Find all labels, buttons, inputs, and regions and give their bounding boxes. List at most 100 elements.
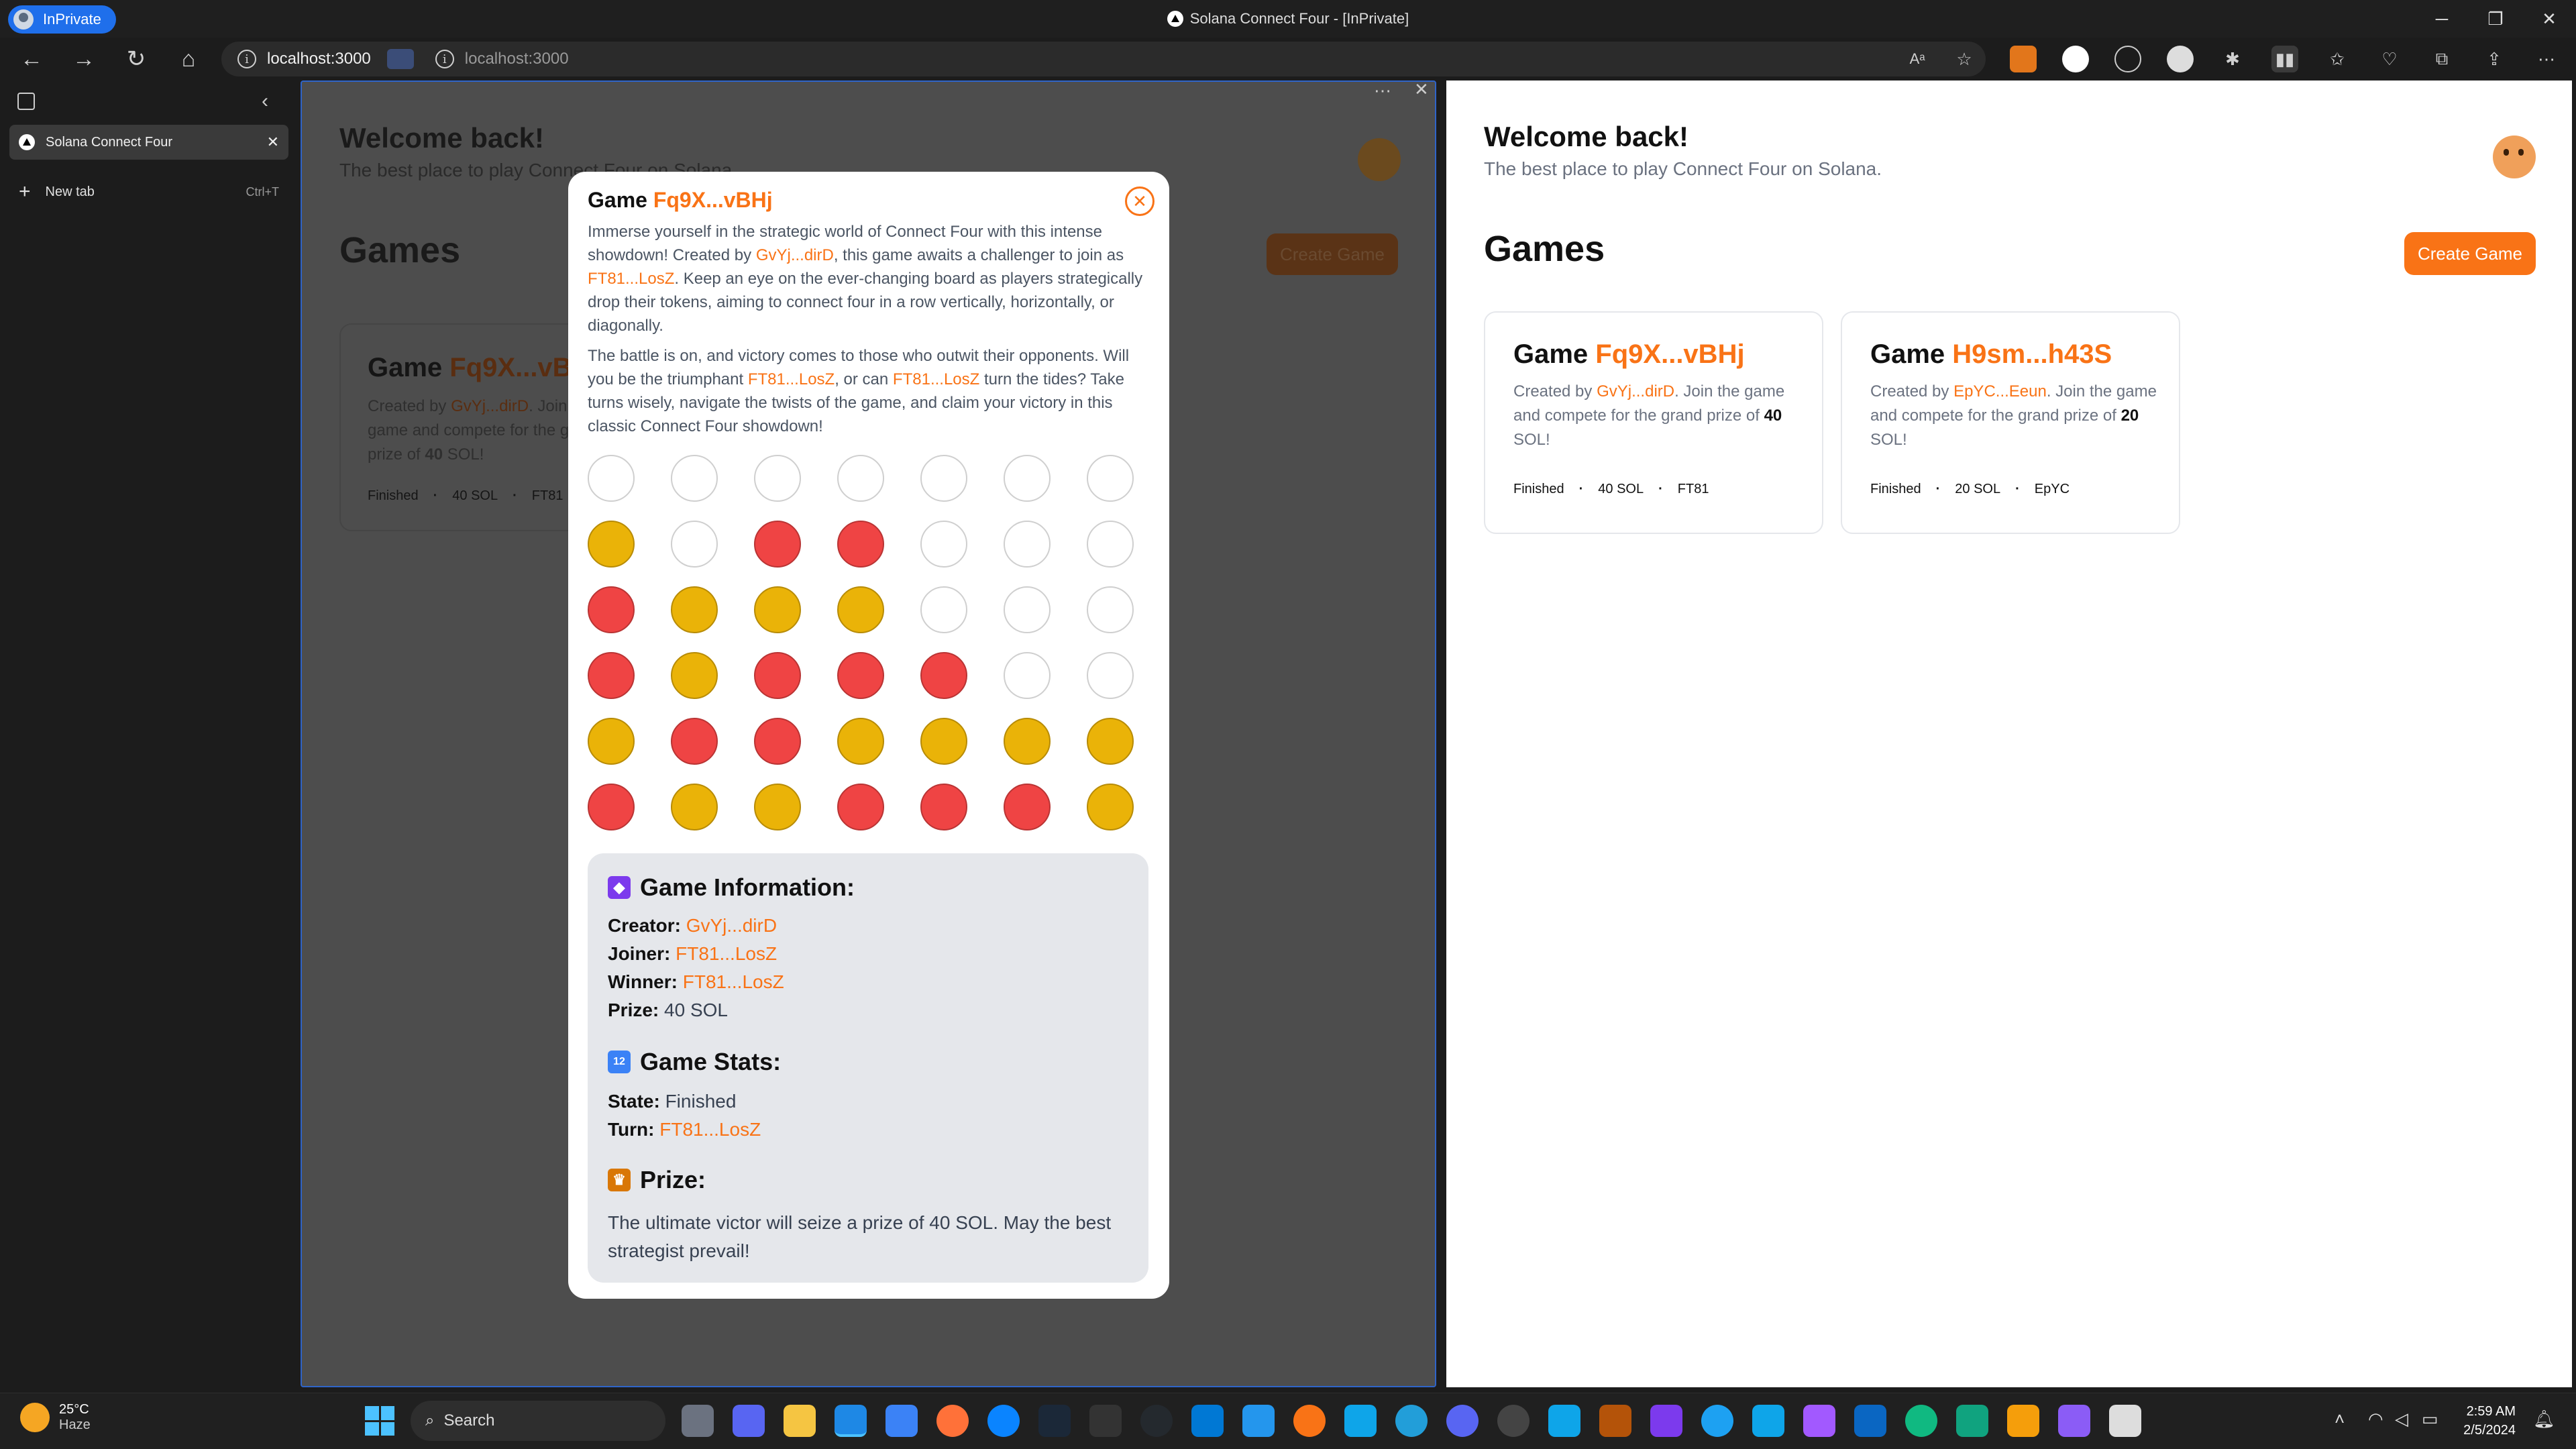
left-avatar[interactable] — [1358, 138, 1401, 181]
split-site-info-icon[interactable]: i — [435, 50, 454, 68]
game-card-creator[interactable]: EpYC...Eeun — [1953, 382, 2047, 400]
split-link-icon[interactable] — [386, 49, 414, 69]
file-explorer-icon[interactable] — [784, 1405, 816, 1437]
discord-icon[interactable] — [1446, 1405, 1479, 1437]
creator-link[interactable]: GvYj...dirD — [686, 915, 777, 936]
board-cell-empty[interactable] — [588, 455, 635, 502]
tab-close-icon[interactable]: ✕ — [267, 133, 279, 151]
board-cell-empty[interactable] — [671, 455, 718, 502]
tray-overflow-icon[interactable]: ˄ — [2334, 1409, 2345, 1430]
tab-actions-icon[interactable] — [17, 93, 35, 110]
board-cell-empty[interactable] — [1087, 521, 1134, 568]
tab-solana-connect-four[interactable]: Solana Connect Four ✕ — [9, 125, 288, 160]
board-cell-red[interactable] — [754, 652, 801, 699]
game-card[interactable]: Game Fq9X...vBHj Created by GvYj...dirD.… — [1484, 311, 1823, 534]
winner-link[interactable]: FT81...LosZ — [683, 971, 784, 992]
board-cell-empty[interactable] — [1004, 652, 1051, 699]
refresh-button[interactable]: ↻ — [119, 44, 153, 74]
board-cell-empty[interactable] — [1087, 652, 1134, 699]
task-view-icon[interactable] — [682, 1405, 714, 1437]
inprivate-profile-button[interactable]: InPrivate — [8, 5, 116, 34]
board-cell-red[interactable] — [588, 652, 635, 699]
board-cell-yellow[interactable] — [837, 586, 884, 633]
extension-color-icon[interactable] — [2062, 46, 2089, 72]
battery-icon[interactable]: ▭ — [2422, 1409, 2438, 1430]
modal-close-button[interactable]: ✕ — [1125, 186, 1155, 216]
p1-joiner-link[interactable]: FT81...LosZ — [588, 270, 674, 288]
app-house-icon[interactable] — [2058, 1405, 2090, 1437]
read-aloud-icon[interactable]: Aᵃ — [1904, 46, 1931, 72]
figma-icon[interactable] — [1803, 1405, 1835, 1437]
board-cell-red[interactable] — [837, 521, 884, 568]
board-cell-empty[interactable] — [1004, 455, 1051, 502]
board-cell-empty[interactable] — [671, 521, 718, 568]
board-cell-red[interactable] — [920, 652, 967, 699]
browser-essentials-icon[interactable]: ♡ — [2376, 46, 2403, 72]
board-cell-empty[interactable] — [837, 455, 884, 502]
windows-start-button[interactable] — [365, 1406, 394, 1436]
board-cell-yellow[interactable] — [671, 586, 718, 633]
collections-icon[interactable]: ⧉ — [2428, 46, 2455, 72]
notion-icon[interactable] — [2109, 1405, 2141, 1437]
board-cell-red[interactable] — [837, 652, 884, 699]
board-cell-red[interactable] — [588, 784, 635, 830]
minimize-button[interactable]: ─ — [2415, 0, 2469, 38]
board-cell-yellow[interactable] — [671, 784, 718, 830]
home-button[interactable]: ⌂ — [172, 44, 205, 74]
taskbar-search[interactable]: ⌕ Search — [411, 1401, 665, 1441]
wave-hand-icon[interactable] — [2007, 1405, 2039, 1437]
board-cell-yellow[interactable] — [588, 521, 635, 568]
weather-widget[interactable]: 25°C Haze — [20, 1402, 91, 1433]
bluesky-icon[interactable] — [1752, 1405, 1784, 1437]
board-cell-yellow[interactable] — [1087, 718, 1134, 765]
board-cell-red[interactable] — [920, 784, 967, 830]
restore-button[interactable]: ❐ — [2469, 0, 2522, 38]
p1-creator-link[interactable]: GvYj...dirD — [756, 246, 834, 264]
terminal-icon[interactable] — [1089, 1405, 1122, 1437]
vscode-icon[interactable] — [1191, 1405, 1224, 1437]
split-screen-icon[interactable]: ▮▮ — [2271, 46, 2298, 72]
volume-icon[interactable]: ◁ — [2395, 1409, 2408, 1430]
board-cell-yellow[interactable] — [1004, 718, 1051, 765]
board-cell-yellow[interactable] — [920, 718, 967, 765]
board-cell-empty[interactable] — [1004, 521, 1051, 568]
favorites-icon[interactable]: ✩ — [2324, 46, 2351, 72]
app-drop-icon[interactable] — [1905, 1405, 1937, 1437]
app-a-icon[interactable] — [1344, 1405, 1377, 1437]
board-cell-empty[interactable] — [920, 586, 967, 633]
new-tab-button[interactable]: + New tab Ctrl+T — [9, 176, 288, 208]
linkedin-icon[interactable] — [1854, 1405, 1886, 1437]
board-cell-red[interactable] — [754, 718, 801, 765]
telegram-icon[interactable] — [1395, 1405, 1428, 1437]
store-icon[interactable] — [885, 1405, 918, 1437]
steam-icon[interactable] — [1038, 1405, 1071, 1437]
board-cell-red[interactable] — [754, 521, 801, 568]
create-game-button[interactable]: Create Game — [2404, 232, 2536, 275]
site-info-icon[interactable]: i — [237, 50, 256, 68]
collapse-sidebar-icon[interactable]: ‹ — [262, 90, 268, 113]
extension-s-icon[interactable] — [2167, 46, 2194, 72]
board-cell-yellow[interactable] — [671, 652, 718, 699]
share-icon[interactable]: ⇪ — [2481, 46, 2508, 72]
teams-chat-icon[interactable] — [733, 1405, 765, 1437]
app-box-icon[interactable] — [1599, 1405, 1631, 1437]
left-create-game-button[interactable]: Create Game — [1267, 233, 1398, 275]
wifi-icon[interactable]: ◠ — [2368, 1409, 2383, 1430]
board-cell-empty[interactable] — [1087, 455, 1134, 502]
firefox-dev-icon[interactable] — [987, 1405, 1020, 1437]
taskbar-clock[interactable]: 2:59 AM 2/5/2024 — [2442, 1402, 2516, 1440]
metamask-extension-icon[interactable] — [2010, 46, 2037, 72]
board-cell-yellow[interactable] — [1087, 784, 1134, 830]
close-window-button[interactable]: ✕ — [2522, 0, 2576, 38]
board-cell-red[interactable] — [837, 784, 884, 830]
more-menu-icon[interactable]: ⋯ — [2533, 46, 2560, 72]
app-building-icon[interactable] — [1548, 1405, 1580, 1437]
game-card-creator[interactable]: GvYj...dirD — [1597, 382, 1674, 400]
postman-icon[interactable] — [1293, 1405, 1326, 1437]
address-bar[interactable]: i localhost:3000 i localhost:3000 — [221, 42, 1986, 76]
back-button[interactable]: ← — [15, 44, 48, 74]
favorite-star-icon[interactable]: ☆ — [1951, 46, 1978, 72]
notification-bell-icon[interactable]: 🔔︎ — [2533, 1409, 2555, 1430]
board-cell-empty[interactable] — [1004, 586, 1051, 633]
board-cell-red[interactable] — [1004, 784, 1051, 830]
